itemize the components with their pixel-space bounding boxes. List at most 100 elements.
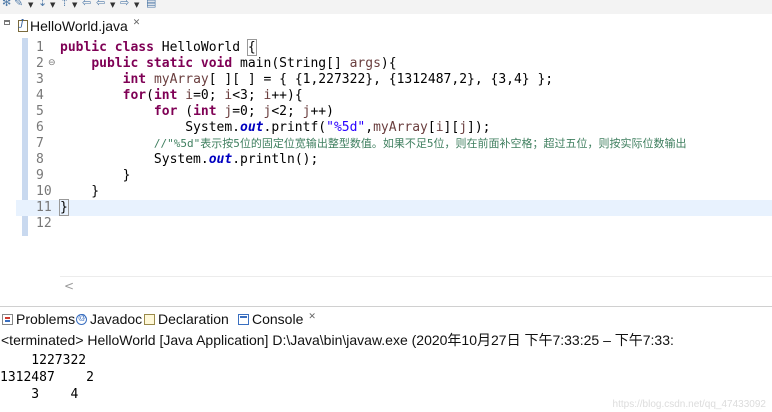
line-number: 10 (36, 184, 52, 199)
views-tab-bar: Problems Javadoc Declaration Console ✕ (0, 306, 772, 328)
chevron-down-icon[interactable]: ▼ (28, 0, 33, 12)
annotation-prev-icon[interactable]: ⇡ (60, 0, 69, 10)
editor-horizontal-scrollbar[interactable]: < (60, 276, 772, 294)
code-token: for (122, 88, 147, 103)
code-text: //"%5d"表示按5位的固定位宽输出整型数值。如果不足5位，则在前面补空格；超… (60, 136, 687, 152)
line-number: 11 (36, 200, 52, 215)
left-trim-bar (0, 14, 16, 300)
code-token: out (240, 120, 264, 135)
code-line[interactable]: 1 public class HelloWorld { (16, 39, 772, 56)
javadoc-icon (76, 313, 87, 325)
code-token: .println(); (232, 152, 319, 167)
code-line[interactable]: 8 System.out.println(); (16, 152, 772, 168)
tab-declaration[interactable]: Declaration (144, 309, 229, 329)
code-token: public class (60, 40, 162, 55)
close-icon[interactable]: ✕ (133, 18, 141, 28)
console-output-line: 1312487 2 (0, 370, 94, 385)
code-line[interactable]: 4 for(int i=0; i<3; i++){ (16, 88, 772, 104)
code-token: int (153, 88, 186, 103)
code-token: int (122, 72, 154, 87)
code-token: } (59, 199, 69, 216)
code-token: main(String[] (240, 56, 350, 71)
code-token: ][ (443, 120, 460, 135)
code-token: <2; (271, 104, 303, 119)
line-number: 1 (36, 40, 44, 55)
code-token: for (153, 104, 186, 119)
pin-editor-icon[interactable]: ▤ (146, 0, 156, 10)
code-line[interactable]: 5 for (int j=0; j<2; j++) (16, 104, 772, 120)
java-file-icon (18, 19, 28, 32)
code-text: for (int j=0; j<2; j++) (60, 104, 334, 120)
code-editor[interactable]: 1 public class HelloWorld {2 ⊖ public stat… (16, 36, 772, 276)
code-line[interactable]: 10 } (16, 184, 772, 200)
code-token: =0; (232, 104, 264, 119)
editor-tab-label: HelloWorld.java (30, 18, 128, 34)
view-tab-label: Console (252, 311, 304, 327)
chevron-down-icon[interactable]: ▼ (110, 0, 115, 12)
code-line[interactable]: 6 System.out.printf("%5d",myArray[i][j])… (16, 120, 772, 136)
tab-console[interactable]: Console ✕ (238, 309, 316, 329)
forward-icon[interactable]: ⇨ (120, 0, 129, 10)
line-number: 3 (36, 72, 44, 87)
code-token: HelloWorld (161, 40, 248, 55)
back-icon[interactable]: ⇦ (82, 0, 91, 10)
line-number: 9 (36, 168, 44, 183)
edit-icon[interactable]: ✎ (14, 0, 23, 10)
code-token: ){ (380, 56, 397, 71)
code-token: [ ][ ] = { {1,227322}, {1312487,2}, {3,4… (208, 72, 554, 87)
code-token: i (435, 120, 444, 135)
chevron-down-icon[interactable]: ▼ (50, 0, 55, 12)
code-text: for(int i=0; i<3; i++){ (60, 88, 303, 104)
code-line[interactable]: 9 } (16, 168, 772, 184)
code-text: System.out.println(); (60, 152, 318, 168)
code-token: args (349, 56, 381, 71)
console-output-line: 1227322 (0, 353, 87, 368)
tab-javadoc[interactable]: Javadoc (76, 309, 142, 329)
code-token: ]); (467, 120, 491, 135)
code-token: System. (60, 152, 209, 167)
code-line[interactable]: 3 int myArray[ ][ ] = { {1,227322}, {131… (16, 72, 772, 88)
code-token: myArray (153, 72, 209, 87)
minimize-icon[interactable] (4, 20, 10, 25)
editor-tab-helloworld[interactable]: HelloWorld.java ✕ (16, 16, 147, 36)
line-number: 6 (36, 120, 44, 135)
tab-problems[interactable]: Problems (2, 309, 75, 329)
code-token: "%5d" (326, 120, 366, 135)
code-token: int (193, 104, 225, 119)
close-icon[interactable]: ✕ (308, 311, 316, 322)
code-line[interactable]: 2 ⊖ public static void main(String[] args… (16, 56, 772, 72)
code-line[interactable]: 12 (16, 216, 772, 232)
code-text: } (60, 168, 131, 184)
code-token: System. (60, 120, 241, 135)
fold-toggle-icon[interactable]: ⊖ (48, 56, 56, 70)
code-token: { (246, 39, 257, 56)
line-number: 8 (36, 152, 44, 167)
code-token: <3; (232, 88, 264, 103)
back-history-icon[interactable]: ⇦ (96, 0, 105, 10)
chevron-down-icon[interactable]: ▼ (134, 0, 139, 12)
code-line[interactable]: 7 //"%5d"表示按5位的固定位宽输出整型数值。如果不足5位，则在前面补空格… (16, 136, 772, 152)
declaration-icon (144, 313, 155, 325)
scroll-left-arrow-icon[interactable]: < (64, 277, 74, 295)
debug-icon[interactable]: ✻ (2, 0, 11, 10)
toolbar: ✻ ✎ ▼ ⇣ ▼ ⇡ ▼ ⇦ ⇦ ▼ ⇨ ▼ ▤ (0, 0, 772, 14)
code-token: myArray (373, 120, 428, 135)
view-tab-label: Declaration (158, 311, 229, 327)
code-token: ++) (310, 104, 334, 119)
console-icon (238, 313, 249, 325)
code-text: System.out.printf("%5d",myArray[i][j]); (60, 120, 491, 136)
code-token: } (60, 168, 131, 183)
line-number: 5 (36, 104, 44, 119)
annotation-next-icon[interactable]: ⇣ (38, 0, 47, 10)
view-tab-label: Javadoc (90, 311, 143, 327)
editor-tab-bar: HelloWorld.java ✕ (16, 14, 772, 36)
line-number: 4 (36, 88, 44, 103)
chevron-down-icon[interactable]: ▼ (72, 0, 77, 12)
code-token: .printf( (263, 120, 327, 135)
code-line[interactable]: 11} (16, 199, 772, 216)
code-token: ++){ (271, 88, 303, 103)
